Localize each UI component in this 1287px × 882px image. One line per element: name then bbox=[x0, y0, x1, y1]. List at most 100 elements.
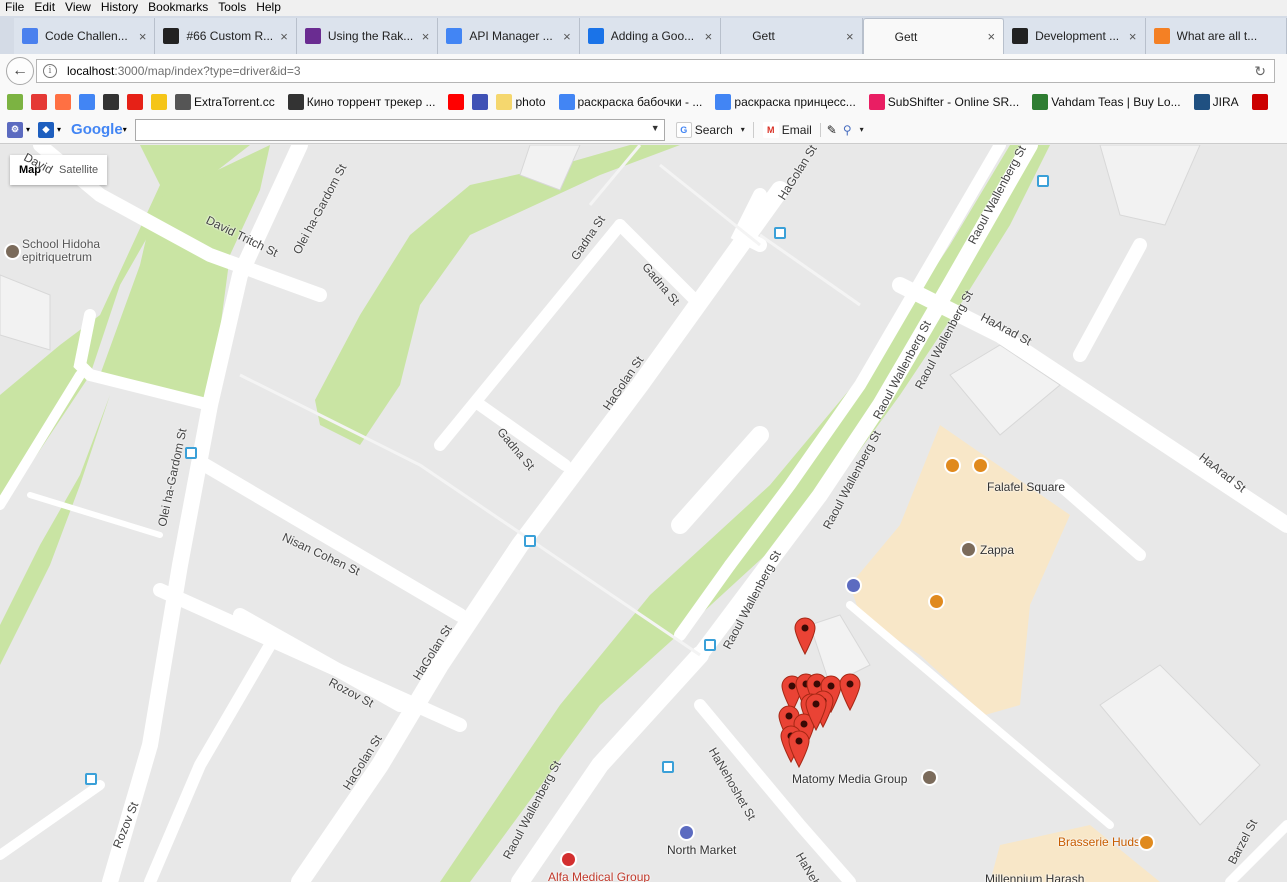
close-icon[interactable]: × bbox=[1129, 29, 1137, 44]
toolbar-settings-icon[interactable]: ⚙ bbox=[7, 121, 23, 138]
close-icon[interactable]: × bbox=[139, 29, 147, 44]
bookmark-item[interactable]: JIRA bbox=[1191, 94, 1239, 110]
shopping-icon[interactable] bbox=[845, 577, 862, 594]
place-label[interactable]: School Hidoha epitriquetrum bbox=[22, 238, 122, 264]
bookmark-item[interactable]: SubShifter - Online SR... bbox=[866, 94, 1019, 110]
map-canvas[interactable] bbox=[0, 145, 1287, 882]
back-button[interactable]: ← bbox=[6, 57, 34, 85]
medical-icon[interactable] bbox=[560, 851, 577, 868]
info-icon[interactable]: i bbox=[43, 64, 57, 78]
place-label[interactable]: Falafel Square bbox=[987, 480, 1065, 494]
restaurant-icon[interactable] bbox=[1138, 834, 1155, 851]
tab-3[interactable]: API Manager ... × bbox=[438, 18, 580, 54]
map-type-satellite-button[interactable]: Satellite bbox=[50, 155, 107, 185]
tab-label: API Manager ... bbox=[469, 29, 553, 43]
tab-2[interactable]: Using the Rak... × bbox=[296, 18, 439, 54]
google-search-input[interactable]: ▼ bbox=[134, 118, 665, 141]
bookmark-label: Кино торрент трекер ... bbox=[306, 95, 436, 109]
bookmark-item[interactable] bbox=[1249, 94, 1271, 110]
bookmark-item[interactable] bbox=[52, 94, 74, 110]
tab-6[interactable]: Gett × bbox=[862, 18, 1005, 54]
place-label[interactable]: Alfa Medical Group bbox=[548, 870, 650, 882]
bookmark-item[interactable]: раскраска бабочки - ... bbox=[556, 94, 702, 110]
bookmark-item[interactable]: Кино торрент трекер ... bbox=[285, 94, 436, 110]
bookmark-item[interactable] bbox=[148, 94, 170, 110]
google-icon bbox=[79, 94, 95, 110]
building bbox=[0, 274, 51, 351]
driver-marker[interactable] bbox=[805, 693, 827, 731]
close-icon[interactable]: × bbox=[846, 29, 854, 44]
bar-icon[interactable] bbox=[928, 593, 945, 610]
toolbar-diamond-icon[interactable]: ◆ bbox=[38, 121, 55, 138]
tab-5[interactable]: Gett × bbox=[721, 18, 863, 54]
close-icon[interactable]: × bbox=[280, 29, 288, 44]
bus-stop-icon[interactable] bbox=[704, 639, 716, 651]
menu-bookmarks[interactable]: Bookmarks bbox=[143, 0, 213, 16]
restaurant-icon[interactable] bbox=[944, 457, 961, 474]
youtube-icon bbox=[127, 94, 143, 110]
place-label[interactable]: North Market bbox=[667, 843, 736, 857]
chevron-down-icon[interactable]: ▼ bbox=[651, 123, 660, 133]
google-icon bbox=[715, 94, 732, 110]
google-email-button[interactable]: M Email bbox=[752, 121, 812, 138]
building bbox=[1099, 145, 1201, 226]
place-label[interactable]: Millennium Harash bbox=[985, 872, 1084, 882]
tab-4[interactable]: Adding a Goo... × bbox=[579, 18, 722, 54]
close-icon[interactable]: × bbox=[987, 29, 995, 44]
google-map[interactable]: Map Satellite David Tritch St David Olei h… bbox=[0, 145, 1287, 882]
highlight-button[interactable]: ✎ ⚲ ▾ bbox=[819, 122, 864, 137]
google-logo[interactable]: Google bbox=[71, 121, 123, 138]
folder-icon bbox=[496, 94, 513, 110]
driver-marker[interactable] bbox=[839, 673, 861, 711]
bookmark-item[interactable] bbox=[28, 94, 50, 110]
menu-edit[interactable]: Edit bbox=[29, 0, 60, 16]
restaurant-icon[interactable] bbox=[972, 457, 989, 474]
store-icon[interactable] bbox=[960, 541, 977, 558]
bag-icon bbox=[472, 94, 489, 110]
menu-history[interactable]: History bbox=[96, 0, 143, 16]
bookmark-item[interactable]: photo bbox=[493, 94, 546, 110]
close-icon[interactable]: × bbox=[422, 29, 430, 44]
place-label[interactable]: Zappa bbox=[980, 543, 1014, 557]
bookmark-item[interactable] bbox=[469, 94, 491, 110]
bookmark-item[interactable] bbox=[124, 94, 146, 110]
tab-1[interactable]: #66 Custom R... × bbox=[155, 18, 297, 54]
reload-icon[interactable]: ↻ bbox=[1254, 63, 1266, 80]
search-label: Search bbox=[694, 122, 733, 137]
google-g-icon: G bbox=[675, 121, 692, 138]
bookmark-item[interactable]: Vahdam Teas | Buy Lo... bbox=[1029, 94, 1181, 110]
menu-help[interactable]: Help bbox=[251, 0, 286, 16]
bookmark-item[interactable]: раскраска принцесс... bbox=[712, 94, 856, 110]
bookmark-item[interactable] bbox=[76, 94, 98, 110]
tab-0[interactable]: Code Challen... × bbox=[14, 18, 156, 54]
bus-stop-icon[interactable] bbox=[1037, 175, 1049, 187]
bookmark-label: Vahdam Teas | Buy Lo... bbox=[1051, 95, 1181, 109]
cart-icon[interactable] bbox=[678, 824, 695, 841]
bus-stop-icon[interactable] bbox=[662, 761, 674, 773]
bus-stop-icon[interactable] bbox=[185, 447, 197, 459]
driver-marker[interactable] bbox=[794, 617, 816, 655]
close-icon[interactable]: × bbox=[563, 29, 571, 44]
bookmark-item[interactable] bbox=[100, 94, 122, 110]
bookmark-label: ExtraTorrent.cc bbox=[194, 95, 275, 109]
bus-stop-icon[interactable] bbox=[524, 535, 536, 547]
google-search-button[interactable]: G Search ▾ bbox=[673, 121, 745, 138]
bookmark-item[interactable] bbox=[4, 94, 26, 110]
menu-file[interactable]: File bbox=[0, 0, 29, 16]
bookmark-item[interactable]: ExtraTorrent.cc bbox=[172, 94, 275, 110]
driver-marker[interactable] bbox=[788, 730, 810, 768]
url-bar[interactable]: i localhost:3000/map/index?type=driver&i… bbox=[36, 59, 1275, 83]
bus-stop-icon[interactable] bbox=[85, 773, 97, 785]
bus-stop-icon[interactable] bbox=[774, 227, 786, 239]
menu-view[interactable]: View bbox=[60, 0, 96, 16]
tab-label: Code Challen... bbox=[45, 29, 128, 43]
school-icon[interactable] bbox=[4, 243, 21, 260]
tab-7[interactable]: Development ... × bbox=[1004, 18, 1146, 54]
menu-tools[interactable]: Tools bbox=[213, 0, 251, 16]
office-icon[interactable] bbox=[921, 769, 938, 786]
xo-icon bbox=[103, 94, 119, 110]
bookmark-item[interactable] bbox=[445, 94, 467, 110]
tab-8[interactable]: What are all t... bbox=[1145, 18, 1287, 54]
close-icon[interactable]: × bbox=[705, 29, 713, 44]
place-label[interactable]: Matomy Media Group bbox=[792, 772, 907, 786]
